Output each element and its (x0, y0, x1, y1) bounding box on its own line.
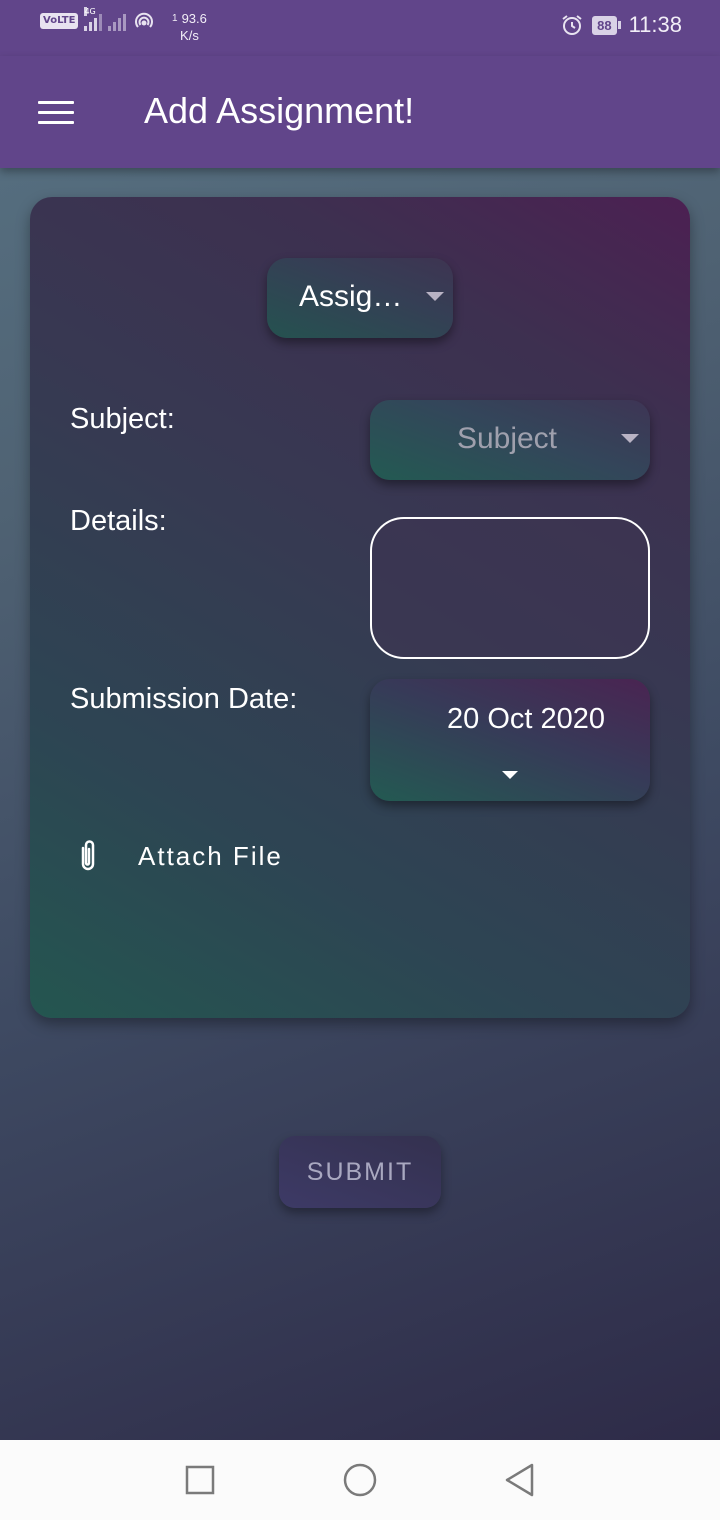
data-speed-unit: K/s (180, 28, 199, 43)
network-type-label: 4G (84, 7, 96, 16)
submission-date-value: 20 Oct 2020 (447, 703, 605, 735)
status-bar: VoLTE 4G 1 93.6 K/s 88 11:38 (0, 0, 720, 56)
paperclip-icon (70, 836, 106, 876)
volte-icon: VoLTE (40, 13, 79, 29)
assignment-type-dropdown[interactable]: Assig… (267, 258, 453, 338)
details-input[interactable] (370, 517, 650, 659)
navigation-bar (0, 1440, 720, 1520)
home-icon[interactable] (340, 1460, 380, 1500)
battery-level: 88 (592, 15, 617, 35)
hamburger-menu-icon[interactable] (28, 92, 84, 132)
chevron-down-icon (621, 434, 639, 443)
attach-file-button[interactable]: Attach File (70, 831, 283, 881)
app-bar: Add Assignment! (0, 56, 720, 168)
submit-button[interactable]: SUBMIT (279, 1136, 441, 1208)
assignment-type-value: Assig… (299, 280, 403, 313)
submission-date-label: Submission Date: (70, 683, 298, 715)
data-speed-value: 93.6 (181, 11, 207, 26)
attach-file-label: Attach File (138, 840, 283, 871)
submission-date-picker[interactable]: 20 Oct 2020 (370, 679, 650, 801)
data-speed: 1 93.6 K/s (172, 10, 207, 44)
status-time: 11:38 (628, 12, 682, 37)
chevron-down-icon (426, 292, 444, 301)
app-screen: VoLTE 4G 1 93.6 K/s 88 11:38 Add Assignm… (0, 0, 720, 1440)
recent-apps-icon[interactable] (180, 1460, 220, 1500)
battery-icon: 88 (592, 15, 621, 35)
subject-placeholder: Subject (456, 422, 558, 455)
details-label: Details: (70, 505, 167, 537)
subject-label: Subject: (70, 403, 175, 435)
hotspot-icon (135, 12, 154, 28)
subject-dropdown[interactable]: Subject (370, 400, 650, 480)
page-title: Add Assignment! (144, 90, 415, 131)
status-right-icons: 88 11:38 (560, 12, 682, 38)
alarm-icon (562, 15, 582, 35)
back-icon[interactable] (500, 1460, 540, 1500)
status-left-icons: VoLTE 4G (40, 7, 156, 32)
no-signal-icon (108, 11, 127, 31)
chevron-down-icon (502, 771, 518, 779)
signal-icon: 4G (84, 7, 103, 31)
data-speed-sup: 1 (172, 13, 178, 24)
assignment-form-card: Assig… Subject: Subject Details: Submiss… (30, 197, 690, 1018)
